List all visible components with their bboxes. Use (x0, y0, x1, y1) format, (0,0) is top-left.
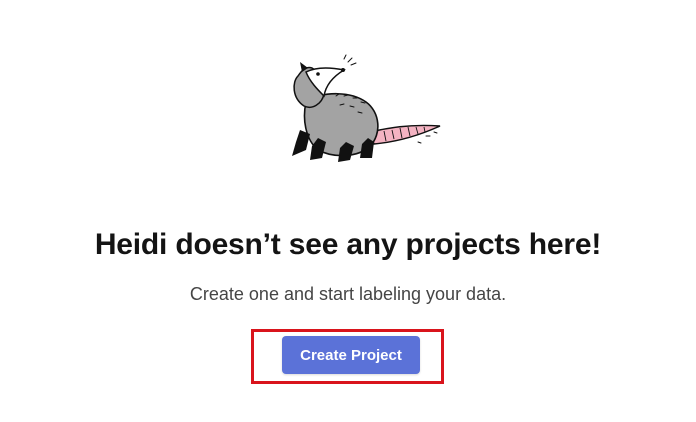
empty-state-subtext: Create one and start labeling your data. (189, 284, 507, 304)
opossum-mascot-icon (292, 54, 441, 162)
create-project-button[interactable]: Create Project (282, 336, 420, 374)
empty-projects-page: Heidi doesn’t see any projects here! Cre… (0, 0, 696, 422)
empty-state-headline: Heidi doesn’t see any projects here! (94, 228, 602, 261)
